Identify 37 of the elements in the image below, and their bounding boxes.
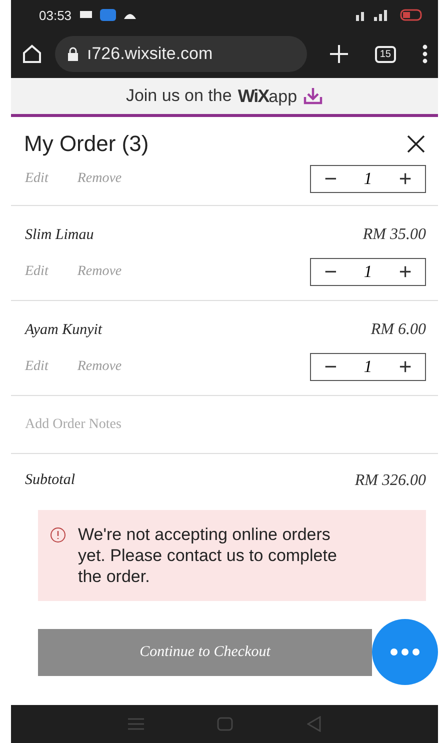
subtotal-label: Subtotal: [25, 472, 76, 490]
banner-brand: WiXapp: [238, 86, 298, 106]
cloud-icon: [124, 11, 136, 19]
order-title: My Order (3): [24, 131, 149, 157]
tab-count[interactable]: 15: [374, 46, 396, 62]
quantity-stepper[interactable]: − 1 +: [310, 258, 426, 286]
more-icon: [390, 648, 420, 656]
download-icon[interactable]: [303, 87, 324, 105]
app-icon: [100, 9, 116, 21]
warning-icon: [50, 527, 66, 543]
quantity-value: 1: [364, 169, 372, 189]
alert-text: We're not accepting online orders yet. Please contact us to complete the order.: [78, 524, 338, 587]
home-icon[interactable]: [21, 43, 43, 65]
plus-button[interactable]: +: [398, 356, 412, 378]
minus-button[interactable]: −: [324, 168, 338, 190]
plus-button[interactable]: +: [398, 261, 412, 283]
minus-button[interactable]: −: [324, 261, 338, 283]
address-bar[interactable]: ı726.wixsite.com: [55, 36, 307, 72]
item-price: RM 6.00: [370, 321, 426, 339]
item-price: RM 35.00: [362, 226, 426, 244]
lock-icon: [67, 47, 79, 61]
battery-icon: [400, 9, 424, 21]
plus-icon[interactable]: [328, 44, 349, 64]
close-button[interactable]: [406, 134, 426, 154]
banner-text: Join us on the: [126, 86, 232, 106]
minus-button[interactable]: −: [324, 356, 338, 378]
item-name: Slim Limau: [25, 226, 94, 244]
quantity-stepper[interactable]: − 1 +: [310, 353, 426, 381]
quantity-stepper[interactable]: − 1 +: [310, 165, 426, 193]
item-name: Ayam Kunyit: [25, 322, 102, 338]
url-text: ı726.wixsite.com: [87, 44, 213, 64]
more-icon[interactable]: [422, 44, 428, 64]
clock: 03:53: [39, 8, 72, 22]
quantity-value: 1: [364, 357, 372, 377]
quantity-value: 1: [364, 262, 372, 282]
plus-button[interactable]: +: [398, 168, 412, 190]
subtotal-value: RM 326.00: [354, 472, 426, 490]
